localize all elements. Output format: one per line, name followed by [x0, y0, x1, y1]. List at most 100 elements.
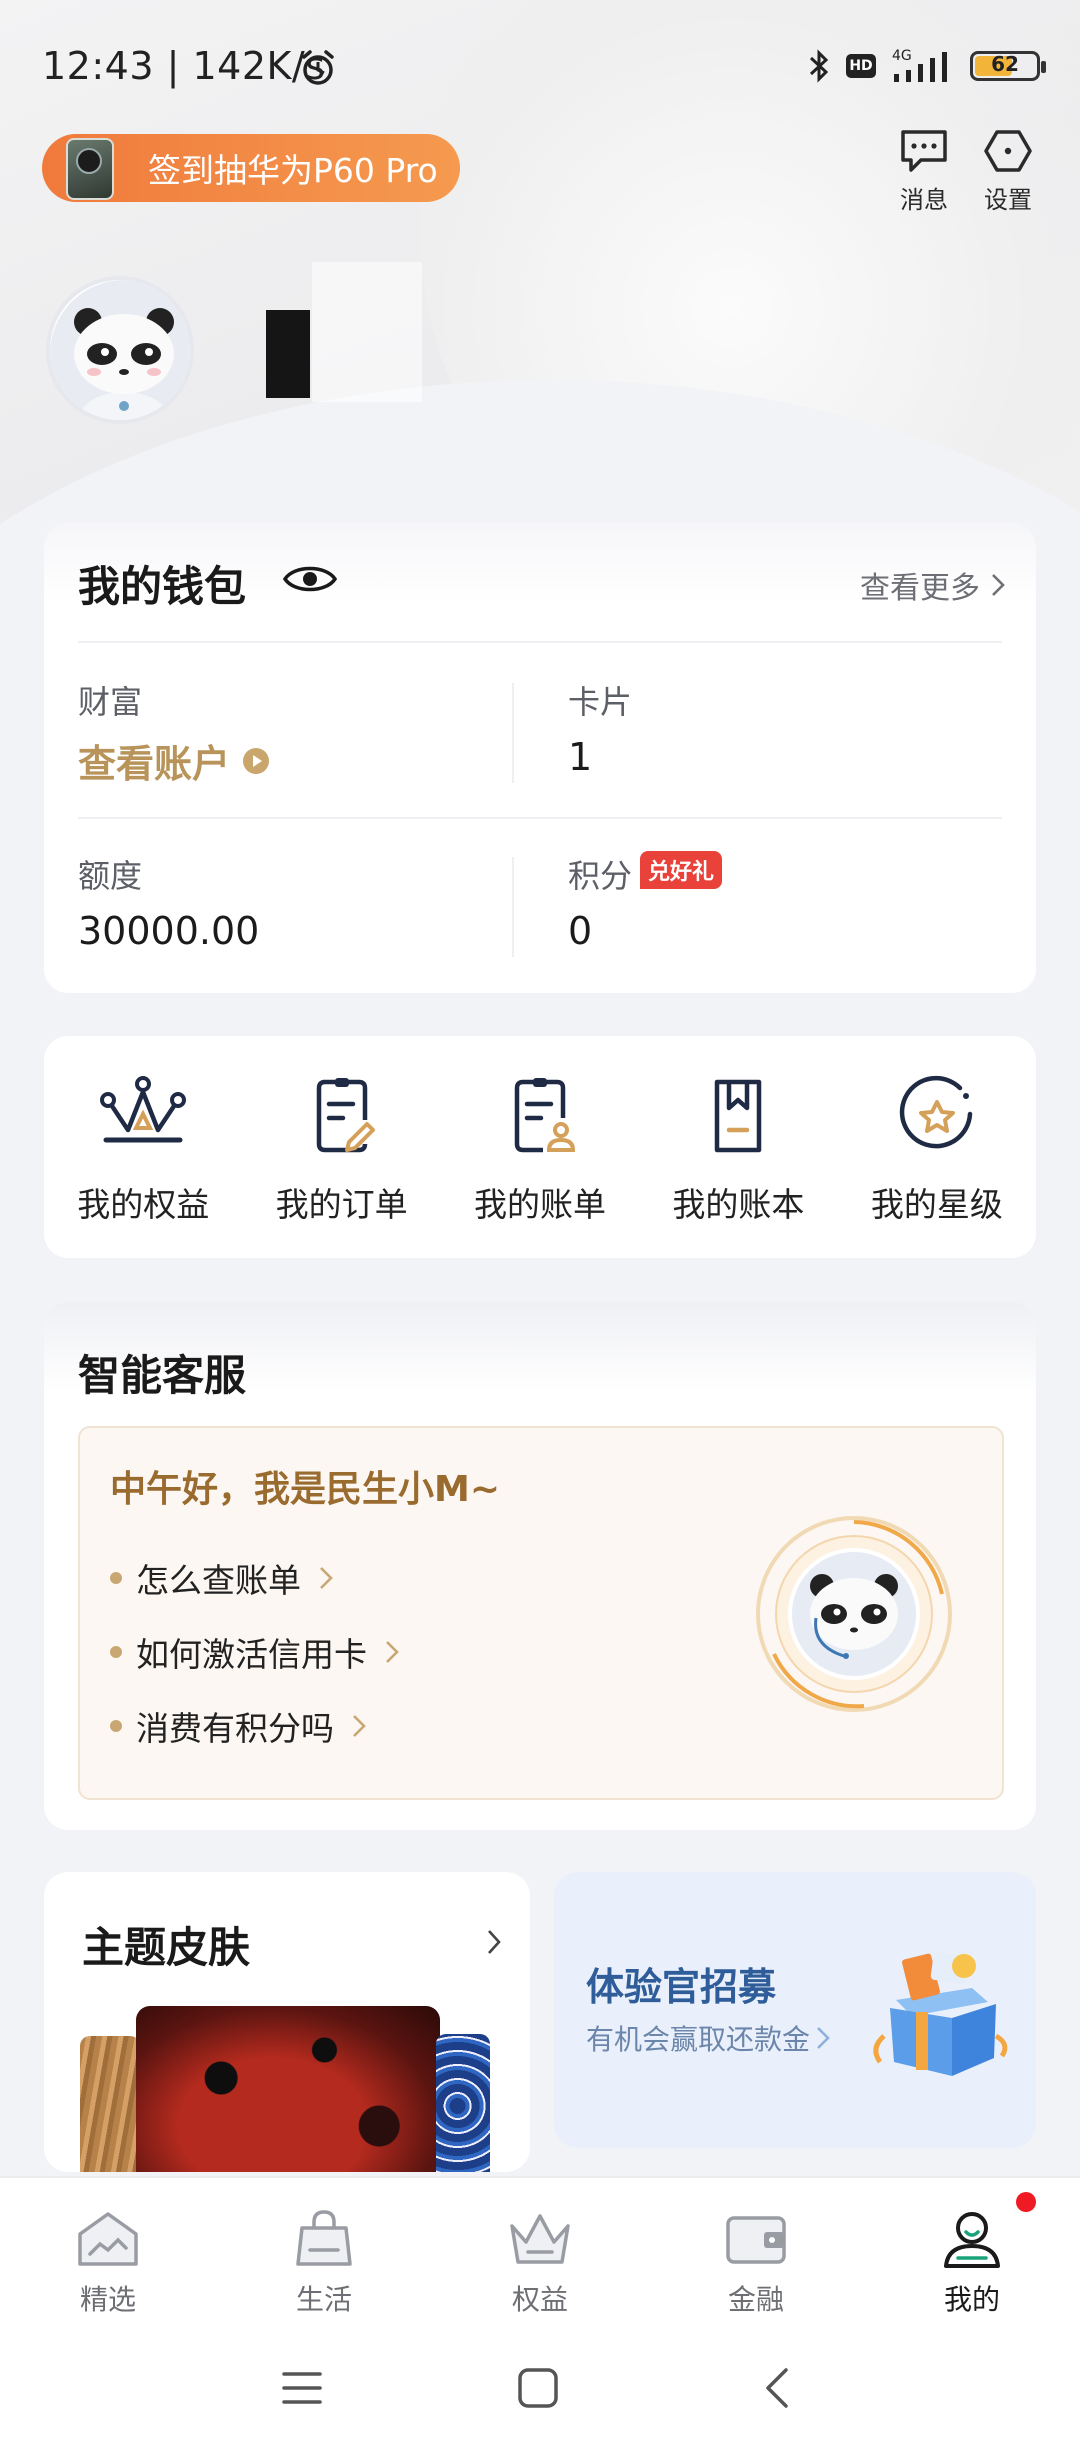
- bluetooth-icon: [809, 49, 829, 83]
- home-icon: [78, 2212, 138, 2266]
- panda-assistant-icon: [756, 1516, 952, 1712]
- recruit-subtitle: 有机会赢取还款金: [586, 2018, 830, 2058]
- chevron-right-icon: [353, 1715, 366, 1737]
- nav-tab-featured[interactable]: 精选: [0, 2178, 216, 2328]
- nav-label: 生活: [295, 2283, 352, 2316]
- bullet-dot: [110, 1646, 122, 1658]
- divider: [78, 817, 1002, 819]
- status-bar: 12:43 | 142K/s HD 4G 62: [0, 0, 1080, 130]
- faq-label: 怎么查账单: [136, 1561, 301, 1600]
- signal-icon: 4G: [892, 48, 947, 82]
- menu-item-star-level[interactable]: 我的星级: [838, 1036, 1036, 1258]
- wallet-icon: [726, 2216, 786, 2264]
- redeem-gift-badge[interactable]: 兑好礼: [640, 851, 723, 889]
- smart-service-card: 智能客服 中午好，我是民生小M~ 怎么查账单 如何激活信用卡 消费有积分吗: [44, 1302, 1036, 1830]
- system-nav-bar: [0, 2328, 1080, 2460]
- settings-icon: [984, 130, 1032, 172]
- limit-label: 额度: [78, 857, 143, 895]
- menu-label: 我的订单: [275, 1185, 408, 1224]
- bottom-nav: 精选 生活 权益 金融 我的: [0, 2176, 1080, 2328]
- faq-label: 如何激活信用卡: [136, 1635, 367, 1674]
- username-blur: [312, 262, 422, 402]
- nav-tab-benefits[interactable]: 权益: [432, 2178, 648, 2328]
- recruit-subtitle-text: 有机会赢取还款金: [586, 2023, 811, 2056]
- cards-value[interactable]: 1: [568, 735, 592, 779]
- menu-item-benefits[interactable]: 我的权益: [44, 1036, 242, 1258]
- skin-thumbnail-wood[interactable]: [80, 2036, 140, 2172]
- user-avatar[interactable]: [46, 276, 194, 424]
- quick-menu: 我的权益 我的订单 我的账单 我的账本 我的星级: [44, 1036, 1036, 1258]
- service-avatar[interactable]: [754, 1514, 954, 1714]
- chevron-right-icon: [992, 574, 1005, 596]
- divider: [78, 641, 1002, 643]
- points-value[interactable]: 0: [568, 909, 592, 953]
- faq-item-check-bill[interactable]: 怎么查账单: [110, 1554, 333, 1602]
- faq-item-points[interactable]: 消费有积分吗: [110, 1702, 366, 1750]
- view-account-link[interactable]: 查看账户: [78, 733, 270, 788]
- menu-label: 我的账本: [672, 1185, 805, 1224]
- service-panel: 中午好，我是民生小M~ 怎么查账单 如何激活信用卡 消费有积分吗: [78, 1426, 1004, 1800]
- view-account-label: 查看账户: [78, 742, 231, 786]
- eye-icon[interactable]: [282, 561, 338, 597]
- battery-indicator: 62: [970, 51, 1046, 81]
- nav-label: 我的: [943, 2283, 1000, 2316]
- smart-service-title: 智能客服: [78, 1351, 247, 1400]
- message-icon: [901, 130, 947, 172]
- ledger-icon: [715, 1079, 762, 1153]
- menu-item-ledger[interactable]: 我的账本: [639, 1036, 837, 1258]
- bill-icon: [514, 1078, 576, 1153]
- limit-value[interactable]: 30000.00: [78, 909, 259, 953]
- profile-icon: [944, 2212, 1000, 2268]
- order-icon: [316, 1078, 375, 1153]
- wallet-more-link[interactable]: 查看更多: [860, 563, 1006, 607]
- skin-thumbnail-blue-pattern[interactable]: [436, 2034, 490, 2172]
- skin-thumbnail-red-pattern[interactable]: [136, 2006, 440, 2172]
- phone-image: [66, 138, 114, 200]
- shopping-bag-icon: [296, 2210, 352, 2266]
- theme-skin-title: 主题皮肤: [82, 1923, 251, 1972]
- menu-icon[interactable]: [280, 2366, 324, 2410]
- tester-recruit-card[interactable]: 体验官招募 有机会赢取还款金: [554, 1872, 1036, 2148]
- bullet-dot: [110, 1572, 122, 1584]
- recruit-title: 体验官招募: [586, 1965, 777, 2009]
- service-greeting: 中午好，我是民生小M~: [110, 1469, 500, 1510]
- points-label: 积分: [568, 857, 633, 895]
- hd-badge: HD: [846, 54, 876, 78]
- nav-tab-finance[interactable]: 金融: [648, 2178, 864, 2328]
- gift-box-icon: [873, 1952, 1008, 2076]
- back-icon[interactable]: [756, 2366, 800, 2410]
- faq-item-activate-card[interactable]: 如何激活信用卡: [110, 1628, 399, 1676]
- wallet-title: 我的钱包: [78, 562, 247, 611]
- theme-skin-card[interactable]: 主题皮肤: [44, 1872, 530, 2172]
- checkin-promo-button[interactable]: 签到抽华为P60 Pro: [42, 134, 460, 202]
- chevron-right-icon: [817, 2027, 830, 2049]
- chevron-right-icon: [320, 1567, 333, 1589]
- nav-label: 权益: [511, 2283, 568, 2316]
- menu-label: 我的权益: [77, 1185, 210, 1224]
- faq-label: 消费有积分吗: [136, 1709, 334, 1748]
- crown-icon: [510, 2214, 570, 2264]
- battery-level: 62: [991, 52, 1019, 76]
- status-icons: HD 4G 62: [806, 46, 1046, 86]
- bullet-dot: [110, 1720, 122, 1732]
- username-redacted: [266, 310, 310, 398]
- messages-label: 消息: [900, 186, 948, 214]
- nav-tab-mine[interactable]: 我的: [864, 2178, 1080, 2328]
- menu-item-orders[interactable]: 我的订单: [242, 1036, 440, 1258]
- promo-label: 签到抽华为P60 Pro: [148, 151, 438, 190]
- nav-label: 精选: [79, 2283, 136, 2316]
- settings-label: 设置: [984, 186, 1032, 214]
- settings-button[interactable]: 设置: [968, 128, 1048, 215]
- notification-dot: [1016, 2192, 1036, 2212]
- play-circle-icon: [243, 747, 270, 774]
- menu-label: 我的星级: [870, 1185, 1003, 1224]
- messages-button[interactable]: 消息: [884, 128, 964, 215]
- more-label: 查看更多: [860, 571, 980, 606]
- nav-tab-life[interactable]: 生活: [216, 2178, 432, 2328]
- nav-label: 金融: [727, 2283, 784, 2316]
- svg-text:4G: 4G: [892, 48, 912, 64]
- menu-item-bills[interactable]: 我的账单: [441, 1036, 639, 1258]
- status-time: 12:43 | 142K/s: [42, 44, 326, 88]
- wallet-card: 我的钱包 查看更多 财富 查看账户 卡片 1 额度 30000.00 积分 兑好…: [44, 523, 1036, 993]
- home-button-icon[interactable]: [516, 2366, 560, 2410]
